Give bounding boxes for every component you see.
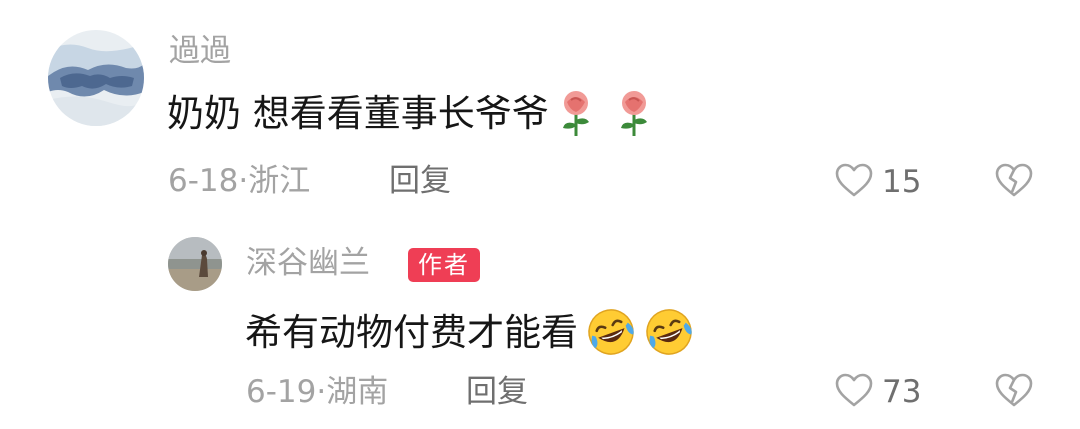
comment-text: 希有动物付费才能看	[245, 307, 694, 357]
comment-body: 奶奶 想看看董事长爷爷	[167, 91, 549, 135]
comment-location: 浙江	[248, 163, 311, 199]
username[interactable]: 過過	[169, 36, 231, 67]
comment-body: 希有动物付费才能看	[245, 310, 578, 354]
reply-button[interactable]: 回复	[466, 377, 528, 408]
meta-separator: ·	[316, 374, 327, 410]
like-count: 15	[882, 163, 922, 200]
heart-icon	[834, 372, 874, 412]
comment-text: 奶奶 想看看董事长爷爷	[167, 90, 653, 136]
like-button[interactable]: 15	[834, 162, 921, 202]
comment-location: 湖南	[326, 374, 389, 410]
username[interactable]: 深谷幽兰	[246, 248, 370, 279]
heart-icon	[834, 162, 874, 202]
comment-date: 6-19	[246, 374, 317, 410]
avatar[interactable]	[48, 30, 144, 126]
rofl-icon	[586, 307, 636, 357]
like-button[interactable]: 73	[834, 372, 921, 412]
author-badge: 作者	[408, 248, 480, 282]
like-count: 73	[882, 373, 922, 410]
dislike-button[interactable]	[994, 372, 1034, 412]
broken-heart-icon	[994, 373, 1034, 412]
avatar[interactable]	[168, 237, 222, 291]
rose-icon	[615, 90, 653, 136]
broken-heart-icon	[994, 163, 1034, 202]
rose-icon	[557, 90, 595, 136]
dislike-button[interactable]	[994, 162, 1034, 202]
comment-meta: 6-18·浙江	[168, 166, 310, 197]
comment-meta: 6-19·湖南	[246, 377, 388, 408]
reply-button[interactable]: 回复	[389, 166, 451, 197]
meta-separator: ·	[238, 163, 249, 199]
comment-date: 6-18	[168, 163, 239, 199]
rofl-icon	[644, 307, 694, 357]
